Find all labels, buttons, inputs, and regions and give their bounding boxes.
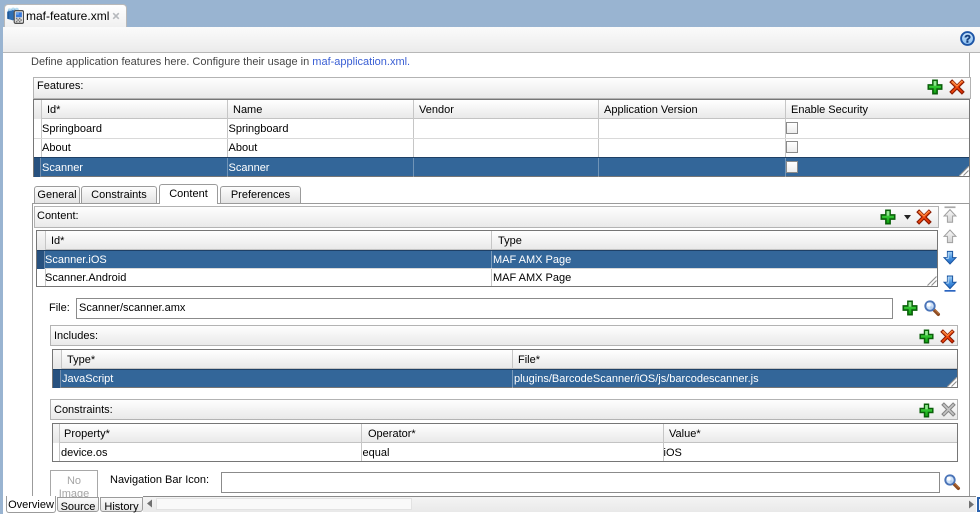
svg-text:?: ? <box>964 33 971 45</box>
